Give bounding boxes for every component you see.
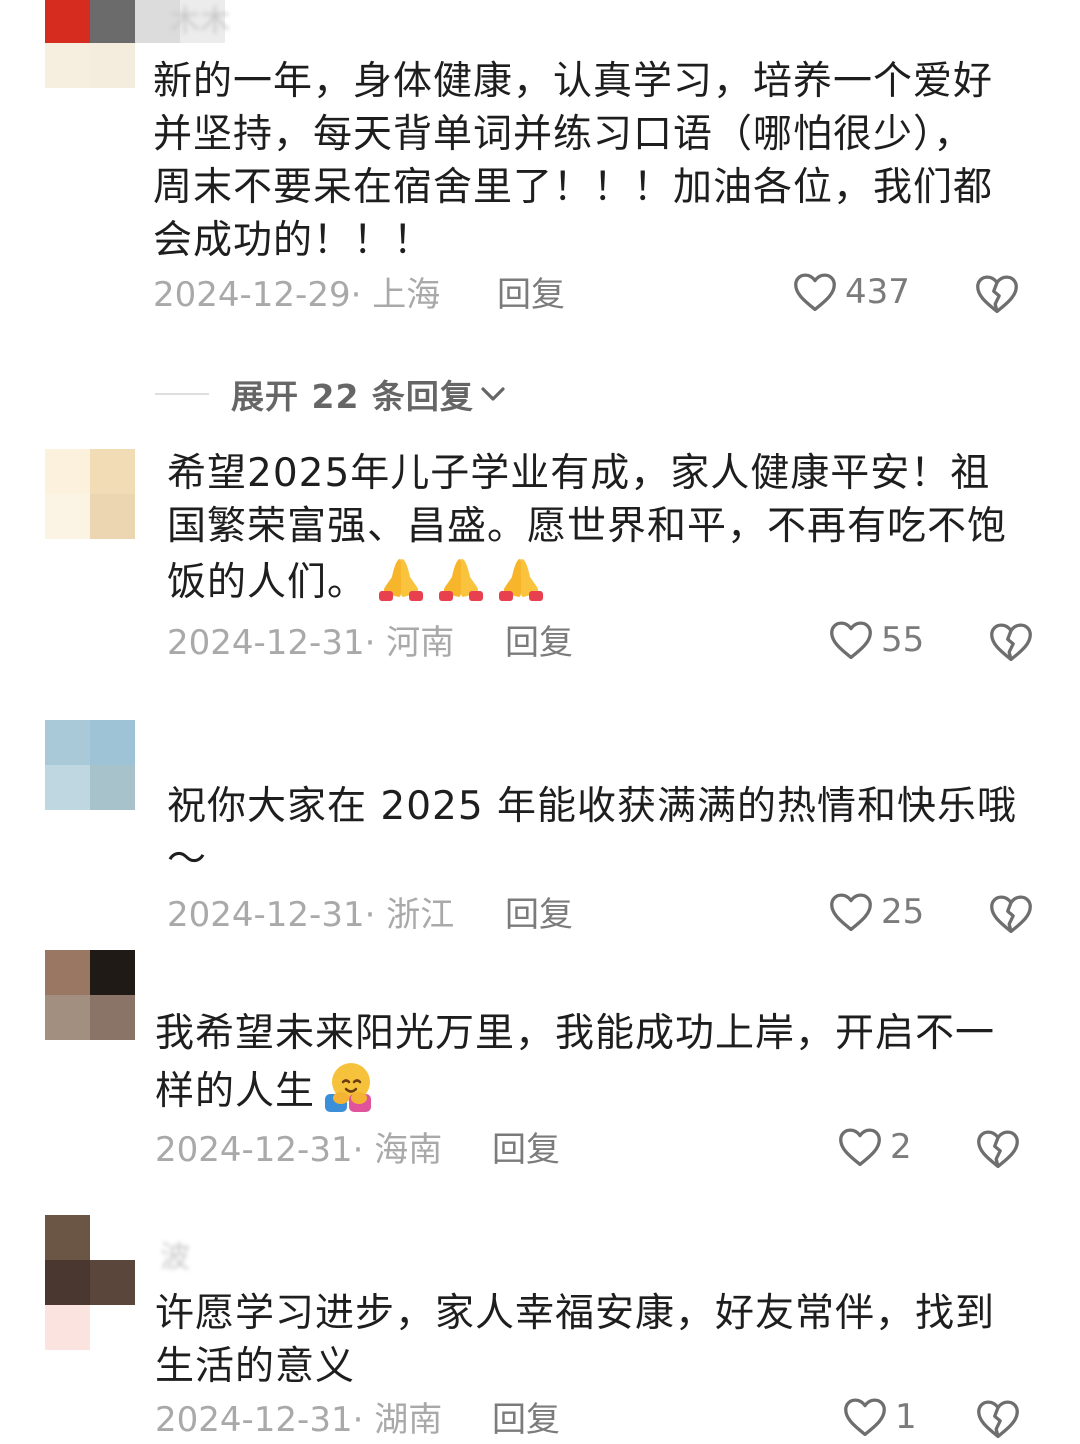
emoji-group xyxy=(373,553,549,603)
reply-button[interactable]: 回复 xyxy=(497,275,565,315)
avatar[interactable] xyxy=(45,449,135,539)
avatar-extra-pixels xyxy=(45,1305,90,1350)
heart-outline-icon xyxy=(794,273,836,312)
like-button[interactable]: 2 xyxy=(838,1126,912,1168)
pray-emoji xyxy=(373,553,429,603)
broken-heart-icon xyxy=(990,623,1032,662)
hug-emoji xyxy=(321,1060,375,1114)
like-count: 55 xyxy=(881,620,925,660)
avatar[interactable] xyxy=(45,0,135,88)
heart-outline-icon xyxy=(839,1128,881,1167)
dislike-button[interactable] xyxy=(976,1128,1020,1174)
expand-replies-label: 展开 22 条回复 xyxy=(231,377,474,416)
broken-heart-icon xyxy=(977,1130,1019,1169)
comment-date-location: 2024-12-29· 上海 xyxy=(153,275,441,315)
comment-text: 我希望未来阳光万里，我能成功上岸，开启不一 样的人生 xyxy=(155,1007,995,1118)
dislike-button[interactable] xyxy=(976,1398,1020,1444)
username[interactable]: 木木 xyxy=(170,4,230,40)
expand-replies-button[interactable]: 展开 22 条回复 xyxy=(155,370,508,418)
heart-outline-icon xyxy=(830,893,872,932)
comment-text: 新的一年，身体健康，认真学习，培养一个爱好 并坚持，每天背单词并练习口语（哪怕很… xyxy=(153,59,994,263)
dislike-button[interactable] xyxy=(989,621,1033,667)
like-count: 25 xyxy=(881,892,925,932)
like-count: 2 xyxy=(890,1127,912,1167)
divider-line xyxy=(155,393,209,395)
pray-emoji xyxy=(433,553,489,603)
reply-button[interactable]: 回复 xyxy=(492,1130,560,1170)
comment-text: 祝你大家在 2025 年能收获满满的热情和快乐哦 ～ xyxy=(167,784,1018,882)
comment-text: 许愿学习进步，家人幸福安康，好友常伴，找到 生活的意义 xyxy=(155,1291,996,1389)
comment-text: 希望2025年儿子学业有成，家人健康平安！祖 国繁荣富强、昌盛。愿世界和平，不再… xyxy=(167,447,1007,609)
like-count: 1 xyxy=(895,1397,917,1437)
avatar[interactable] xyxy=(45,950,135,1040)
like-count: 437 xyxy=(845,272,910,312)
comment-date-location: 2024-12-31· 海南 xyxy=(155,1130,443,1170)
like-button[interactable]: 1 xyxy=(843,1396,917,1438)
heart-outline-icon xyxy=(830,621,872,660)
pray-emoji xyxy=(493,553,549,603)
like-button[interactable]: 25 xyxy=(829,891,924,933)
dislike-button[interactable] xyxy=(975,273,1019,319)
comment-date-location: 2024-12-31· 河南 xyxy=(167,623,455,663)
reply-button[interactable]: 回复 xyxy=(505,623,573,663)
broken-heart-icon xyxy=(990,895,1032,934)
like-button[interactable]: 437 xyxy=(793,271,910,313)
comment-date-location: 2024-12-31· 浙江 xyxy=(167,895,455,935)
like-button[interactable]: 55 xyxy=(829,619,924,661)
reply-button[interactable]: 回复 xyxy=(505,895,573,935)
comment-date-location: 2024-12-31· 湖南 xyxy=(155,1400,443,1440)
avatar[interactable] xyxy=(45,720,135,810)
reply-button[interactable]: 回复 xyxy=(492,1400,560,1440)
heart-outline-icon xyxy=(844,1398,886,1437)
chevron-down-icon xyxy=(481,387,505,401)
dislike-button[interactable] xyxy=(989,893,1033,939)
username[interactable]: 波 xyxy=(160,1240,190,1276)
avatar[interactable] xyxy=(45,1215,135,1305)
comment-text-content: 希望2025年儿子学业有成，家人健康平安！祖 国繁荣富强、昌盛。愿世界和平，不再… xyxy=(167,451,1008,605)
broken-heart-icon xyxy=(976,275,1018,314)
comment-text-content: 我希望未来阳光万里，我能成功上岸，开启不一 样的人生 xyxy=(155,1011,996,1114)
broken-heart-icon xyxy=(977,1400,1019,1439)
